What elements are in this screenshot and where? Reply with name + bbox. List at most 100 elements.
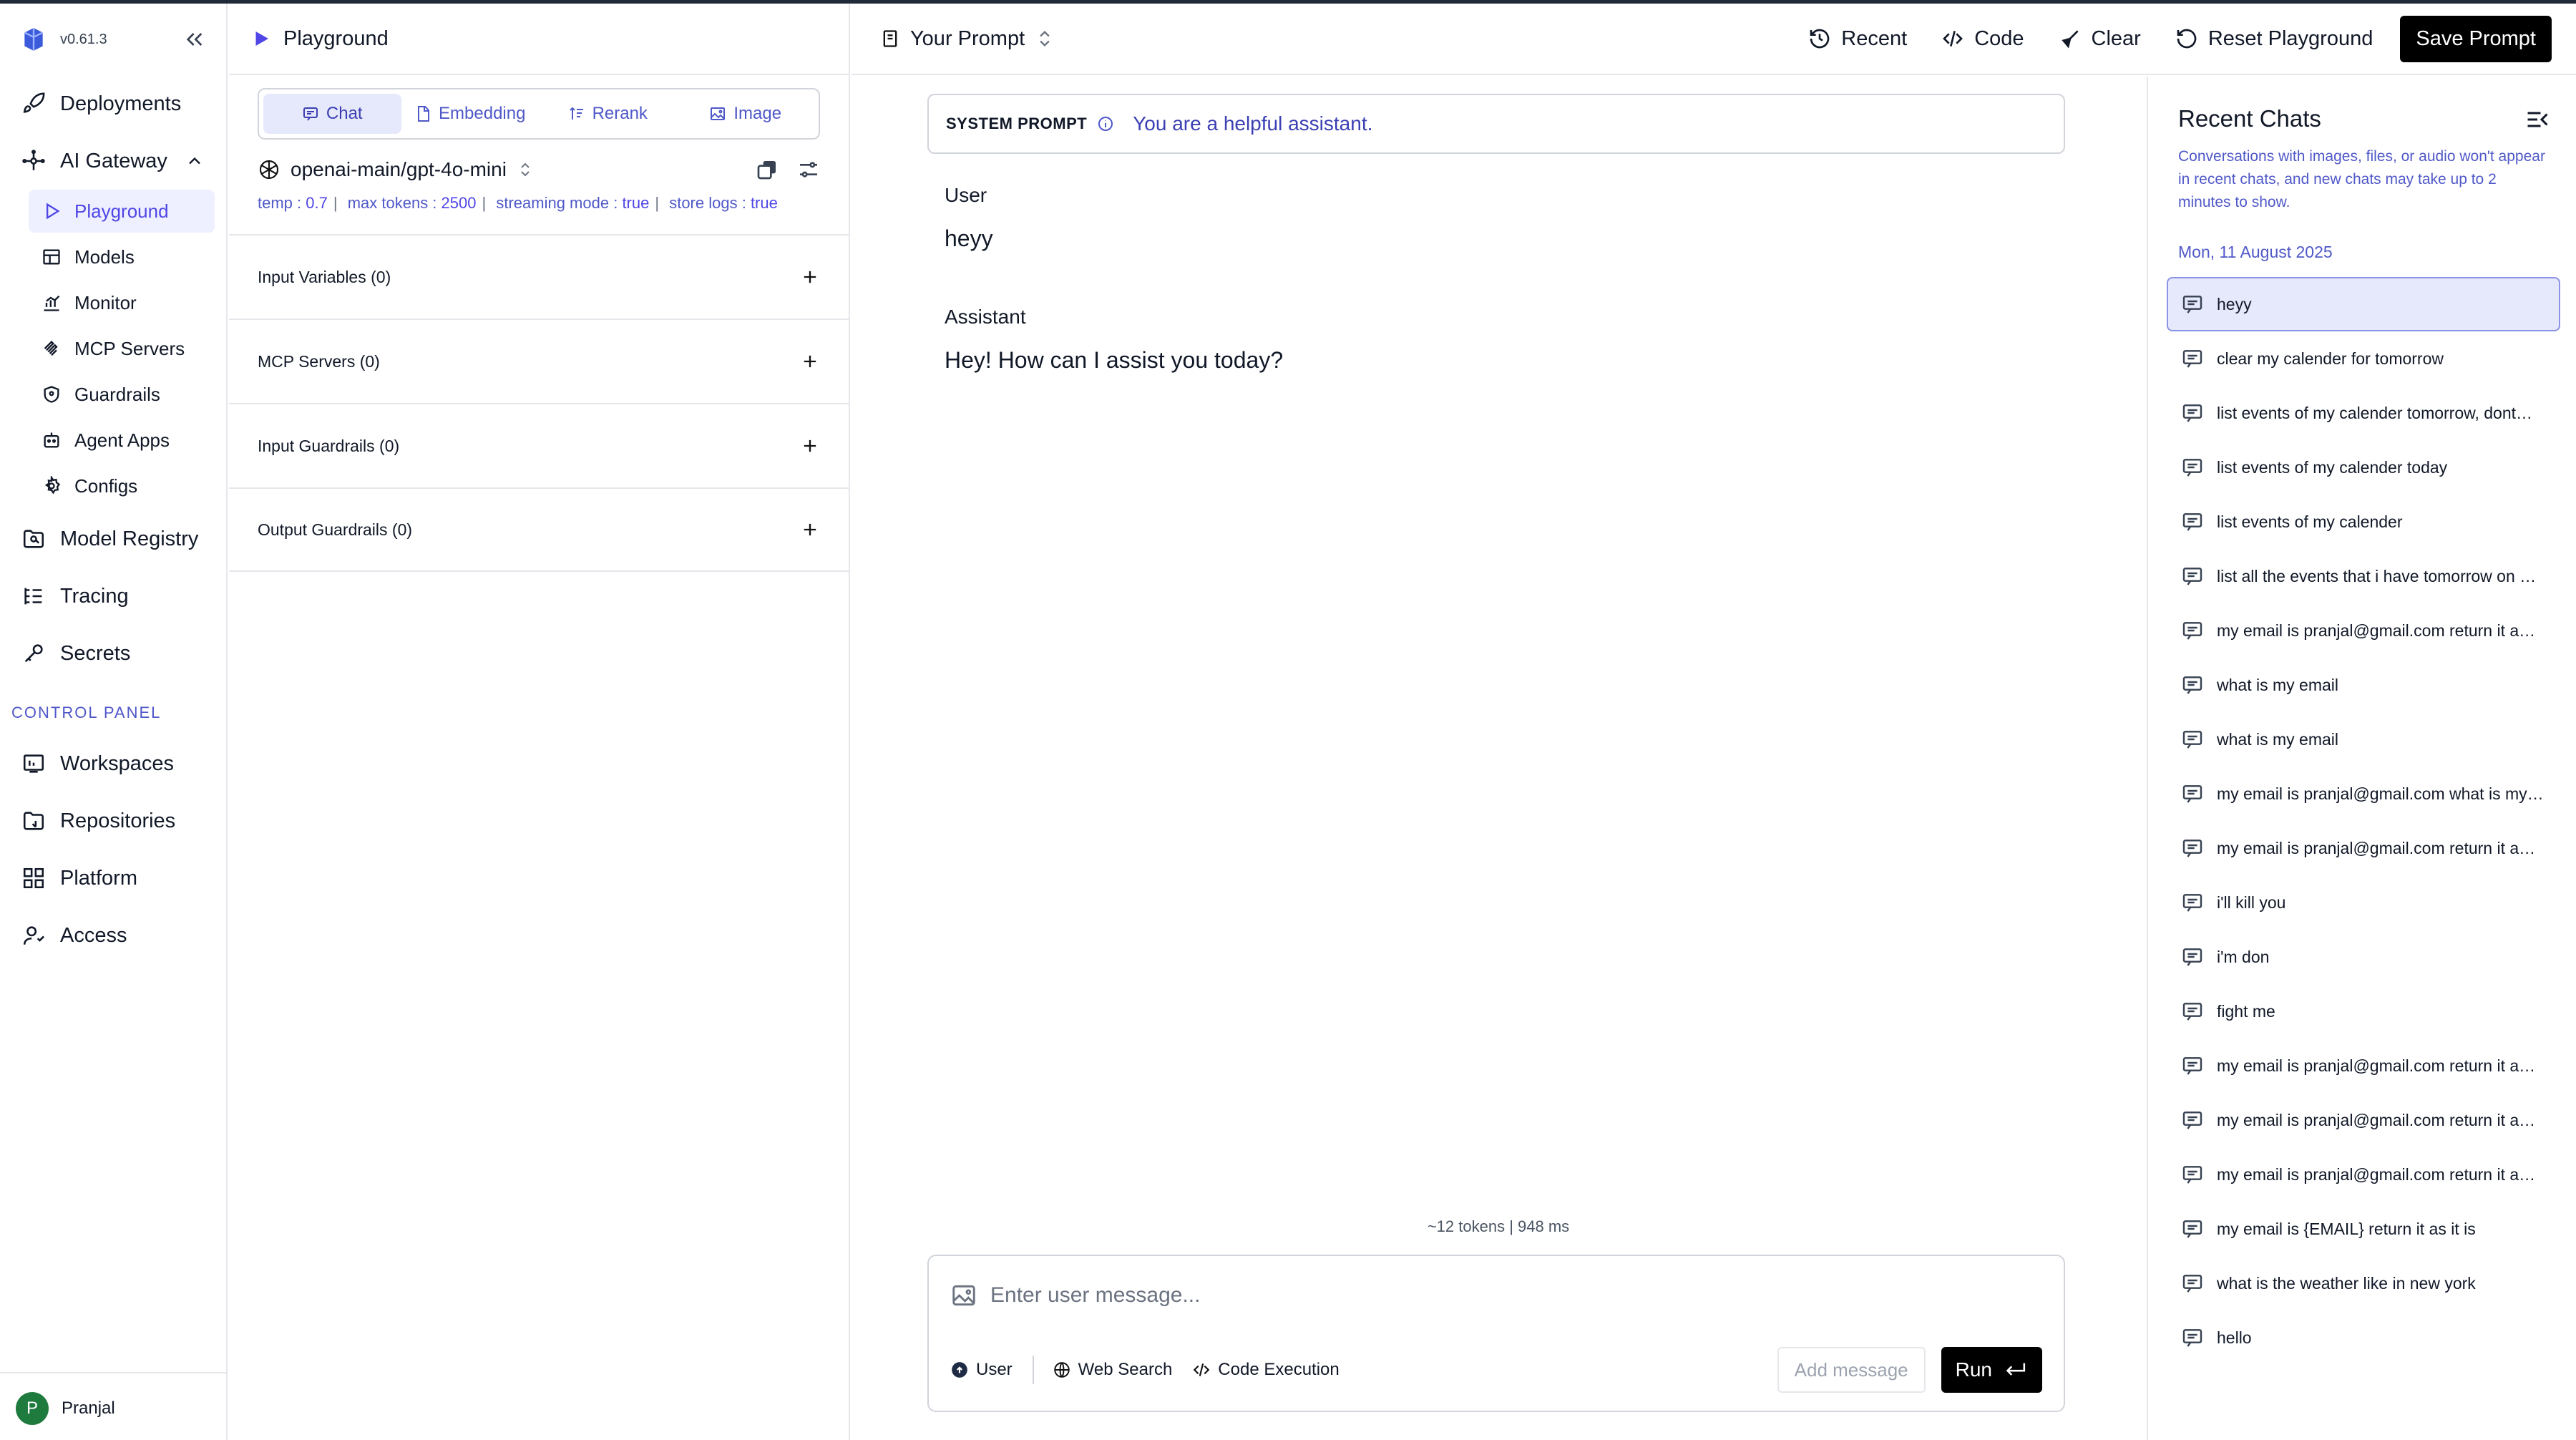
message-text: heyy <box>945 225 993 251</box>
tab-chat[interactable]: Chat <box>263 94 401 134</box>
sidebar-item-access[interactable]: Access <box>0 907 226 964</box>
copy-icon[interactable] <box>756 158 779 181</box>
recent-chat-item[interactable]: hello <box>2167 1310 2560 1365</box>
recent-chat-item[interactable]: my email is {EMAIL} return it as it is <box>2167 1202 2560 1256</box>
recent-chat-item[interactable]: what is the weather like in new york <box>2167 1256 2560 1310</box>
recent-chat-item[interactable]: my email is pranjal@gmail.com return it … <box>2167 821 2560 875</box>
user-menu[interactable]: P Pranjal <box>0 1372 226 1440</box>
recent-chat-item[interactable]: my email is pranjal@gmail.com what is my… <box>2167 767 2560 821</box>
plus-icon[interactable] <box>800 436 820 456</box>
model-name: openai-main/gpt-4o-mini <box>291 158 507 180</box>
user-message[interactable]: User heyy <box>945 184 993 252</box>
sidebar-item-label: Guardrails <box>74 383 160 405</box>
recent-chat-item[interactable]: i'm don <box>2167 930 2560 984</box>
accordion-input-guardrails[interactable]: Input Guardrails (0) <box>229 403 849 487</box>
chevron-up-icon[interactable] <box>185 151 205 171</box>
code-execution-toggle[interactable]: Code Execution <box>1192 1360 1359 1380</box>
recent-chat-label: heyy <box>2217 294 2252 313</box>
plus-icon[interactable] <box>800 267 820 287</box>
recent-chat-label: my email is {EMAIL} return it as it is <box>2217 1219 2476 1238</box>
recent-chat-item[interactable]: clear my calender for tomorrow <box>2167 331 2560 386</box>
chat-icon <box>2181 945 2204 968</box>
collapse-sidebar-icon[interactable] <box>183 28 206 51</box>
recent-chat-item[interactable]: fight me <box>2167 984 2560 1038</box>
tab-embedding[interactable]: Embedding <box>401 94 540 134</box>
prompt-selector[interactable]: Your Prompt <box>880 27 1055 51</box>
sidebar-item-guardrails[interactable]: Guardrails <box>29 373 215 416</box>
recent-chat-item[interactable]: list events of my calender <box>2167 495 2560 549</box>
recent-chat-item[interactable]: list events of my calender today <box>2167 440 2560 495</box>
sidebar-item-repositories[interactable]: Repositories <box>0 792 226 850</box>
logo-icon[interactable] <box>20 26 47 53</box>
tab-label: Image <box>733 104 782 123</box>
clear-button[interactable]: Clear <box>2059 27 2141 51</box>
recent-chat-item[interactable]: my email is pranjal@gmail.com return it … <box>2167 1038 2560 1093</box>
accordion-label: MCP Servers (0) <box>258 351 380 371</box>
sidebar: v0.61.3 Deployments AI Gateway Playgroun… <box>0 4 228 1440</box>
sidebar-item-models[interactable]: Models <box>29 235 215 278</box>
accordion-output-guardrails[interactable]: Output Guardrails (0) <box>229 487 849 572</box>
chat-icon <box>2181 1217 2204 1240</box>
save-prompt-button[interactable]: Save Prompt <box>2400 15 2552 62</box>
recent-chat-label: my email is pranjal@gmail.com what is my… <box>2217 784 2544 803</box>
recent-chat-item[interactable]: what is my email <box>2167 712 2560 767</box>
sidebar-item-label: Models <box>74 245 135 268</box>
plus-icon[interactable] <box>800 351 820 371</box>
message-input[interactable] <box>990 1278 1777 1313</box>
assistant-message[interactable]: Assistant Hey! How can I assist you toda… <box>945 306 1283 374</box>
rocket-icon <box>21 92 46 116</box>
sidebar-item-configs[interactable]: Configs <box>29 464 215 507</box>
chat-icon <box>302 105 319 122</box>
accordion-label: Input Guardrails (0) <box>258 436 400 455</box>
system-prompt[interactable]: SYSTEM PROMPT You are a helpful assistan… <box>927 94 2065 154</box>
sidebar-item-mcp-servers[interactable]: MCP Servers <box>29 327 215 370</box>
sidebar-item-model-registry[interactable]: Model Registry <box>0 510 226 568</box>
composer-toolbar: User Web Search Code Execution Add messa… <box>950 1346 2042 1393</box>
recent-chat-label: list all the events that i have tomorrow… <box>2217 566 2537 585</box>
sidebar-item-deployments[interactable]: Deployments <box>0 75 226 132</box>
web-search-toggle[interactable]: Web Search <box>1053 1360 1193 1380</box>
recent-chat-item[interactable]: my email is pranjal@gmail.com return it … <box>2167 1147 2560 1202</box>
reset-playground-button[interactable]: Reset Playground <box>2175 27 2373 51</box>
sidebar-item-tracing[interactable]: Tracing <box>0 568 226 625</box>
sidebar-item-label: Workspaces <box>60 751 175 775</box>
add-message-button[interactable]: Add message <box>1777 1347 1926 1393</box>
info-icon[interactable] <box>1097 115 1114 132</box>
sidebar-item-monitor[interactable]: Monitor <box>29 281 215 324</box>
accordion-mcp-servers[interactable]: MCP Servers (0) <box>229 318 849 403</box>
sidebar-item-workspaces[interactable]: Workspaces <box>0 735 226 792</box>
recent-chat-item[interactable]: my email is pranjal@gmail.com return it … <box>2167 1093 2560 1147</box>
recent-chat-item[interactable]: my email is pranjal@gmail.com return it … <box>2167 603 2560 658</box>
grid-icon <box>21 866 46 890</box>
recent-chat-item[interactable]: list events of my calender tomorrow, don… <box>2167 386 2560 440</box>
recent-chat-item[interactable]: heyy <box>2167 277 2560 331</box>
sidebar-item-ai-gateway[interactable]: AI Gateway <box>0 132 226 190</box>
recent-button[interactable]: Recent <box>1808 27 1907 51</box>
recent-chat-label: fight me <box>2217 1001 2275 1021</box>
system-prompt-text[interactable]: You are a helpful assistant. <box>1133 112 1372 135</box>
settings-sliders-icon[interactable] <box>797 158 820 181</box>
collapse-panel-icon[interactable] <box>2523 107 2552 132</box>
code-icon <box>1941 27 1964 50</box>
sidebar-item-playground[interactable]: Playground <box>29 190 215 233</box>
chevron-updown-icon[interactable] <box>517 161 534 178</box>
sidebar-item-platform[interactable]: Platform <box>0 850 226 907</box>
sidebar-item-agent-apps[interactable]: Agent Apps <box>29 419 215 462</box>
recent-chat-label: my email is pranjal@gmail.com return it … <box>2217 1056 2536 1075</box>
role-selector[interactable]: User <box>950 1360 1033 1380</box>
run-button[interactable]: Run <box>1941 1347 2042 1393</box>
recent-chat-item[interactable]: what is my email <box>2167 658 2560 712</box>
accordion-input-variables[interactable]: Input Variables (0) <box>229 234 849 318</box>
recent-chat-item[interactable]: i'll kill you <box>2167 875 2560 930</box>
model-params[interactable]: temp : 0.7 | max tokens : 2500 | streaming… <box>258 194 820 234</box>
tab-rerank[interactable]: Rerank <box>539 94 677 134</box>
play-icon <box>42 201 62 221</box>
tab-image[interactable]: Image <box>677 94 815 134</box>
plus-icon[interactable] <box>800 520 820 540</box>
recent-chat-label: what is my email <box>2217 675 2338 694</box>
sidebar-item-secrets[interactable]: Secrets <box>0 625 226 682</box>
image-upload-icon[interactable] <box>950 1282 977 1309</box>
model-selector[interactable]: openai-main/gpt-4o-mini <box>258 158 820 181</box>
code-button[interactable]: Code <box>1941 27 2024 51</box>
recent-chat-item[interactable]: list all the events that i have tomorrow… <box>2167 549 2560 603</box>
